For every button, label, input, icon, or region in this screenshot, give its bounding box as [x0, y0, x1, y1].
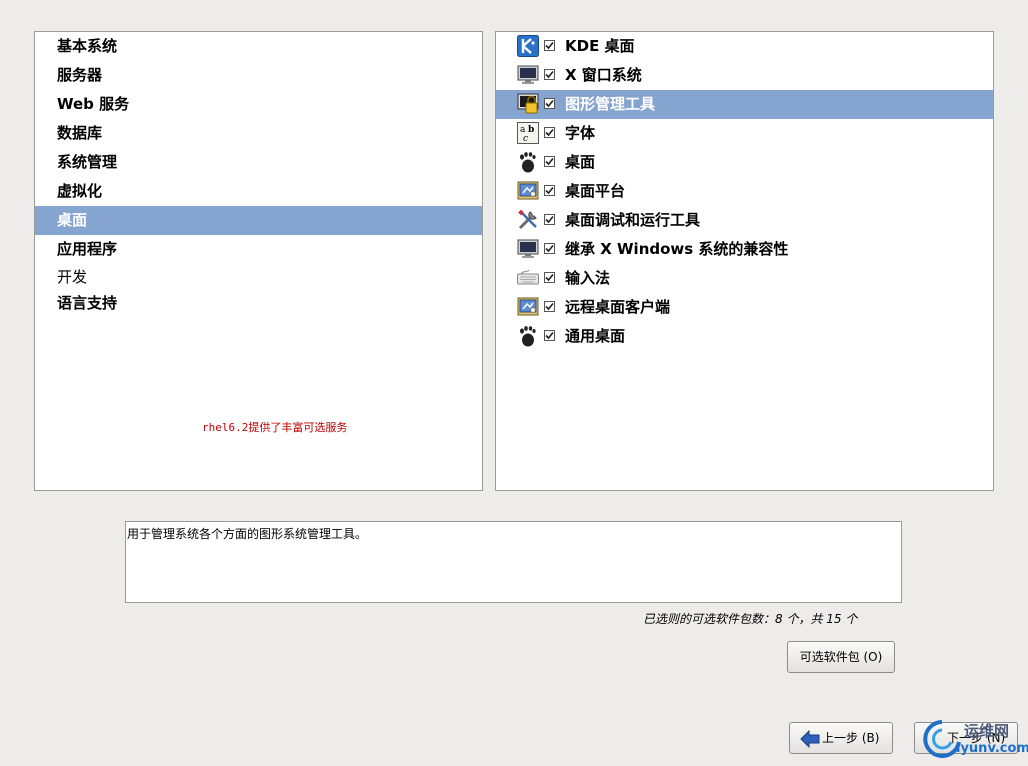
description-text: 用于管理系统各个方面的图形系统管理工具。	[127, 527, 368, 541]
group-checkbox[interactable]	[544, 127, 555, 138]
category-item[interactable]: 应用程序	[35, 235, 482, 264]
group-label: 远程桌面客户端	[565, 298, 671, 316]
group-label: 字体	[565, 124, 596, 142]
group-checkbox[interactable]	[544, 98, 555, 109]
group-item[interactable]: 输入法	[496, 264, 993, 293]
group-label: 桌面	[565, 153, 596, 171]
font-icon: abc	[517, 122, 539, 144]
group-label: 通用桌面	[565, 327, 626, 345]
group-item[interactable]: X 窗口系统	[496, 61, 993, 90]
group-item[interactable]: KDE 桌面	[496, 32, 993, 61]
category-label: 系统管理	[57, 153, 118, 171]
kde-icon	[517, 35, 539, 57]
category-label: 数据库	[57, 124, 103, 142]
category-label: 服务器	[57, 66, 103, 84]
group-list[interactable]: KDE 桌面 X 窗口系统 图形管理工具 a b c 字体桌面桌面平台桌面调试和运行工具继承…	[495, 31, 994, 491]
group-checkbox[interactable]	[544, 40, 555, 51]
category-item[interactable]: 服务器	[35, 61, 482, 90]
desktop-platform-icon	[517, 296, 539, 318]
category-item[interactable]: 语言支持	[35, 290, 482, 316]
category-label: 语言支持	[57, 294, 118, 312]
monitor-icon	[517, 238, 539, 260]
back-button[interactable]: 上一步 (B)	[789, 722, 893, 754]
gnome-foot-icon	[517, 151, 539, 173]
group-label: 桌面平台	[565, 182, 626, 200]
category-item[interactable]: 开发	[35, 264, 482, 290]
optional-packages-button[interactable]: 可选软件包 (O)	[787, 641, 895, 673]
group-label: 图形管理工具	[565, 95, 656, 113]
category-item[interactable]: 虚拟化	[35, 177, 482, 206]
annotation-text: rhel6.2提供了丰富可选服务	[202, 421, 348, 434]
group-checkbox[interactable]	[544, 185, 555, 196]
group-label: 输入法	[565, 269, 611, 287]
category-item[interactable]: 系统管理	[35, 148, 482, 177]
category-list[interactable]: 基本系统服务器 Web 服务 数据库系统管理虚拟化桌面应用程序开发语言支持 rhel6…	[34, 31, 483, 491]
group-item[interactable]: 通用桌面	[496, 322, 993, 351]
group-label: KDE 桌面	[565, 37, 635, 55]
group-item[interactable]: a b c 字体	[496, 119, 993, 148]
group-item[interactable]: 继承 X Windows 系统的兼容性	[496, 235, 993, 264]
category-label: 基本系统	[57, 37, 118, 55]
package-count: 已选则的可选软件包数：8 个，共 15 个	[643, 612, 858, 626]
gnome-foot-icon	[517, 325, 539, 347]
group-item[interactable]: 图形管理工具	[496, 90, 993, 119]
group-label: X 窗口系统	[565, 66, 642, 84]
optional-packages-label: 可选软件包 (O)	[799, 650, 883, 664]
group-label: 继承 X Windows 系统的兼容性	[565, 240, 789, 258]
lock-screen-icon	[517, 93, 539, 115]
category-label: 应用程序	[57, 240, 118, 258]
group-item[interactable]: 远程桌面客户端	[496, 293, 993, 322]
group-checkbox[interactable]	[544, 156, 555, 167]
group-checkbox[interactable]	[544, 301, 555, 312]
group-item[interactable]: 桌面	[496, 148, 993, 177]
group-checkbox[interactable]	[544, 243, 555, 254]
group-item[interactable]: 桌面调试和运行工具	[496, 206, 993, 235]
monitor-icon	[517, 64, 539, 86]
category-item[interactable]: Web 服务	[35, 90, 482, 119]
category-item[interactable]: 数据库	[35, 119, 482, 148]
desktop-platform-icon	[517, 180, 539, 202]
category-label: 开发	[57, 268, 88, 286]
group-checkbox[interactable]	[544, 330, 555, 341]
next-label: 下一步 (N)	[947, 731, 1006, 745]
left-arrow-icon	[800, 730, 820, 748]
category-label: 虚拟化	[57, 182, 103, 200]
description-box: 用于管理系统各个方面的图形系统管理工具。	[125, 521, 902, 603]
next-button[interactable]: 下一步 (N)	[914, 722, 1018, 754]
group-checkbox[interactable]	[544, 272, 555, 283]
group-checkbox[interactable]	[544, 69, 555, 80]
category-label: 桌面	[57, 211, 88, 229]
back-label: 上一步 (B)	[822, 731, 880, 745]
group-item[interactable]: 桌面平台	[496, 177, 993, 206]
group-label: 桌面调试和运行工具	[565, 211, 701, 229]
tools-icon	[517, 209, 539, 231]
keyboard-icon	[517, 267, 539, 289]
svg-text:b: b	[528, 125, 534, 135]
category-label: Web 服务	[57, 95, 130, 113]
category-item[interactable]: 桌面	[35, 206, 482, 235]
group-checkbox[interactable]	[544, 214, 555, 225]
category-item[interactable]: 基本系统	[35, 32, 482, 61]
svg-text:c: c	[523, 134, 528, 144]
